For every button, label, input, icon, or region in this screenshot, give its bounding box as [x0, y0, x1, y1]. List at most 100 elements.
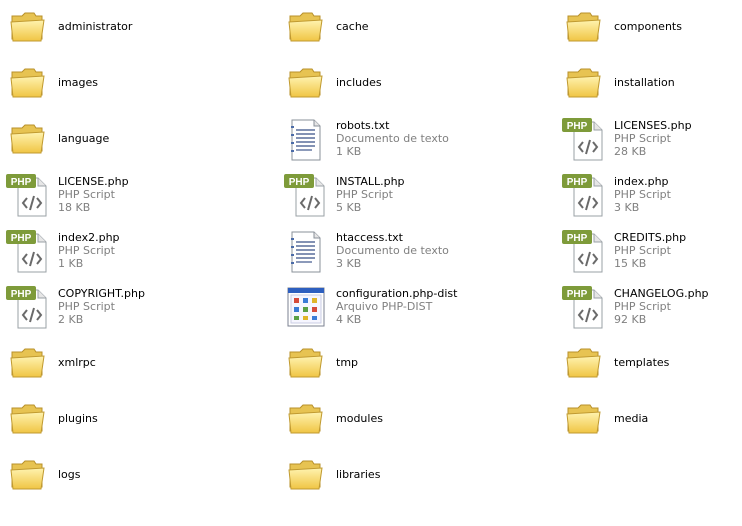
file-item[interactable]: PHP COPYRIGHT.php PHP Script 2 KB — [4, 280, 254, 332]
file-text: plugins — [58, 412, 98, 425]
svg-text:PHP: PHP — [11, 289, 32, 300]
file-size: 1 KB — [336, 144, 362, 158]
file-type: PHP Script — [58, 299, 115, 313]
file-name: index.php — [614, 174, 669, 188]
file-name: cache — [336, 19, 369, 33]
file-text: libraries — [336, 468, 380, 481]
file-name: components — [614, 19, 682, 33]
file-item[interactable]: cache — [282, 0, 532, 52]
file-name: plugins — [58, 411, 98, 425]
folder-icon — [10, 124, 45, 154]
file-type: PHP Script — [614, 131, 671, 145]
php-script-icon: PHP — [562, 118, 603, 161]
folder-icon — [566, 404, 601, 434]
file-item[interactable]: PHP CHANGELOG.php PHP Script 92 KB — [560, 280, 742, 332]
file-item[interactable]: PHP CREDITS.php PHP Script 15 KB — [560, 224, 742, 276]
file-icon — [282, 394, 330, 442]
file-name: LICENSE.php — [58, 174, 129, 188]
file-name: includes — [336, 75, 382, 89]
file-text: tmp — [336, 356, 358, 369]
file-name: modules — [336, 411, 383, 425]
folder-icon — [10, 460, 45, 490]
file-type: PHP Script — [58, 187, 115, 201]
php-script-icon: PHP — [6, 174, 47, 217]
folder-icon — [566, 68, 601, 98]
file-icon — [4, 450, 52, 498]
file-icon: PHP — [4, 282, 52, 330]
file-icon — [4, 338, 52, 386]
file-item[interactable]: libraries — [282, 448, 532, 500]
file-text: modules — [336, 412, 383, 425]
file-text: administrator — [58, 20, 132, 33]
file-type: Arquivo PHP-DIST — [336, 299, 433, 313]
file-icon — [282, 58, 330, 106]
file-item[interactable]: PHP INSTALL.php PHP Script 5 KB — [282, 168, 532, 220]
file-icon — [282, 114, 330, 162]
file-name: templates — [614, 355, 670, 369]
file-item[interactable]: media — [560, 392, 742, 444]
file-name: administrator — [58, 19, 133, 33]
php-script-icon: PHP — [284, 174, 325, 217]
file-item[interactable]: administrator — [4, 0, 254, 52]
file-size: 1 KB — [58, 256, 84, 270]
file-item[interactable]: plugins — [4, 392, 254, 444]
file-type: PHP Script — [614, 243, 671, 257]
file-item[interactable]: components — [560, 0, 742, 52]
folder-icon — [10, 348, 45, 378]
file-text: LICENSES.php PHP Script 28 KB — [614, 119, 692, 158]
svg-text:PHP: PHP — [567, 177, 588, 188]
file-name: configuration.php-dist — [336, 286, 458, 300]
file-icon — [4, 394, 52, 442]
file-text: includes — [336, 76, 382, 89]
file-item[interactable]: installation — [560, 56, 742, 108]
svg-text:PHP: PHP — [567, 289, 588, 300]
file-item[interactable]: images — [4, 56, 254, 108]
folder-icon — [566, 348, 601, 378]
folder-icon — [10, 12, 45, 42]
file-item[interactable]: robots.txt Documento de texto 1 KB — [282, 112, 532, 164]
file-type: PHP Script — [614, 299, 671, 313]
file-text: htaccess.txt Documento de texto 3 KB — [336, 231, 449, 270]
file-item[interactable]: PHP LICENSES.php PHP Script 28 KB — [560, 112, 742, 164]
svg-text:PHP: PHP — [567, 233, 588, 244]
svg-text:PHP: PHP — [567, 121, 588, 132]
file-size: 4 KB — [336, 312, 362, 326]
file-name: COPYRIGHT.php — [58, 286, 145, 300]
file-item[interactable]: xmlrpc — [4, 336, 254, 388]
file-item[interactable]: templates — [560, 336, 742, 388]
file-item[interactable]: modules — [282, 392, 532, 444]
file-icon — [560, 338, 608, 386]
file-icon — [282, 338, 330, 386]
file-item[interactable]: PHP index2.php PHP Script 1 KB — [4, 224, 254, 276]
svg-text:PHP: PHP — [11, 177, 32, 188]
file-icon — [560, 58, 608, 106]
file-name: libraries — [336, 467, 381, 481]
php-script-icon: PHP — [562, 230, 603, 273]
file-text: language — [58, 132, 109, 145]
file-text: index.php PHP Script 3 KB — [614, 175, 671, 214]
file-item[interactable]: tmp — [282, 336, 532, 388]
file-icon: PHP — [560, 282, 608, 330]
file-text: index2.php PHP Script 1 KB — [58, 231, 120, 270]
file-item[interactable]: logs — [4, 448, 254, 500]
file-name: images — [58, 75, 98, 89]
file-size: 15 KB — [614, 256, 647, 270]
php-script-icon: PHP — [6, 286, 47, 329]
file-item[interactable]: includes — [282, 56, 532, 108]
file-item[interactable]: PHP index.php PHP Script 3 KB — [560, 168, 742, 220]
file-icon — [560, 2, 608, 50]
file-text: COPYRIGHT.php PHP Script 2 KB — [58, 287, 145, 326]
file-name: xmlrpc — [58, 355, 96, 369]
file-item[interactable]: configuration.php-dist Arquivo PHP-DIST … — [282, 280, 532, 332]
folder-icon — [288, 404, 323, 434]
file-item[interactable]: htaccess.txt Documento de texto 3 KB — [282, 224, 532, 276]
file-item[interactable]: PHP LICENSE.php PHP Script 18 KB — [4, 168, 254, 220]
file-name: index2.php — [58, 230, 120, 244]
file-item[interactable]: language — [4, 112, 254, 164]
file-icon — [4, 114, 52, 162]
folder-icon — [288, 12, 323, 42]
file-grid: administrator cache components images in… — [0, 0, 742, 526]
file-icon — [4, 58, 52, 106]
application-file-icon — [287, 287, 325, 327]
text-document-icon — [291, 119, 321, 161]
